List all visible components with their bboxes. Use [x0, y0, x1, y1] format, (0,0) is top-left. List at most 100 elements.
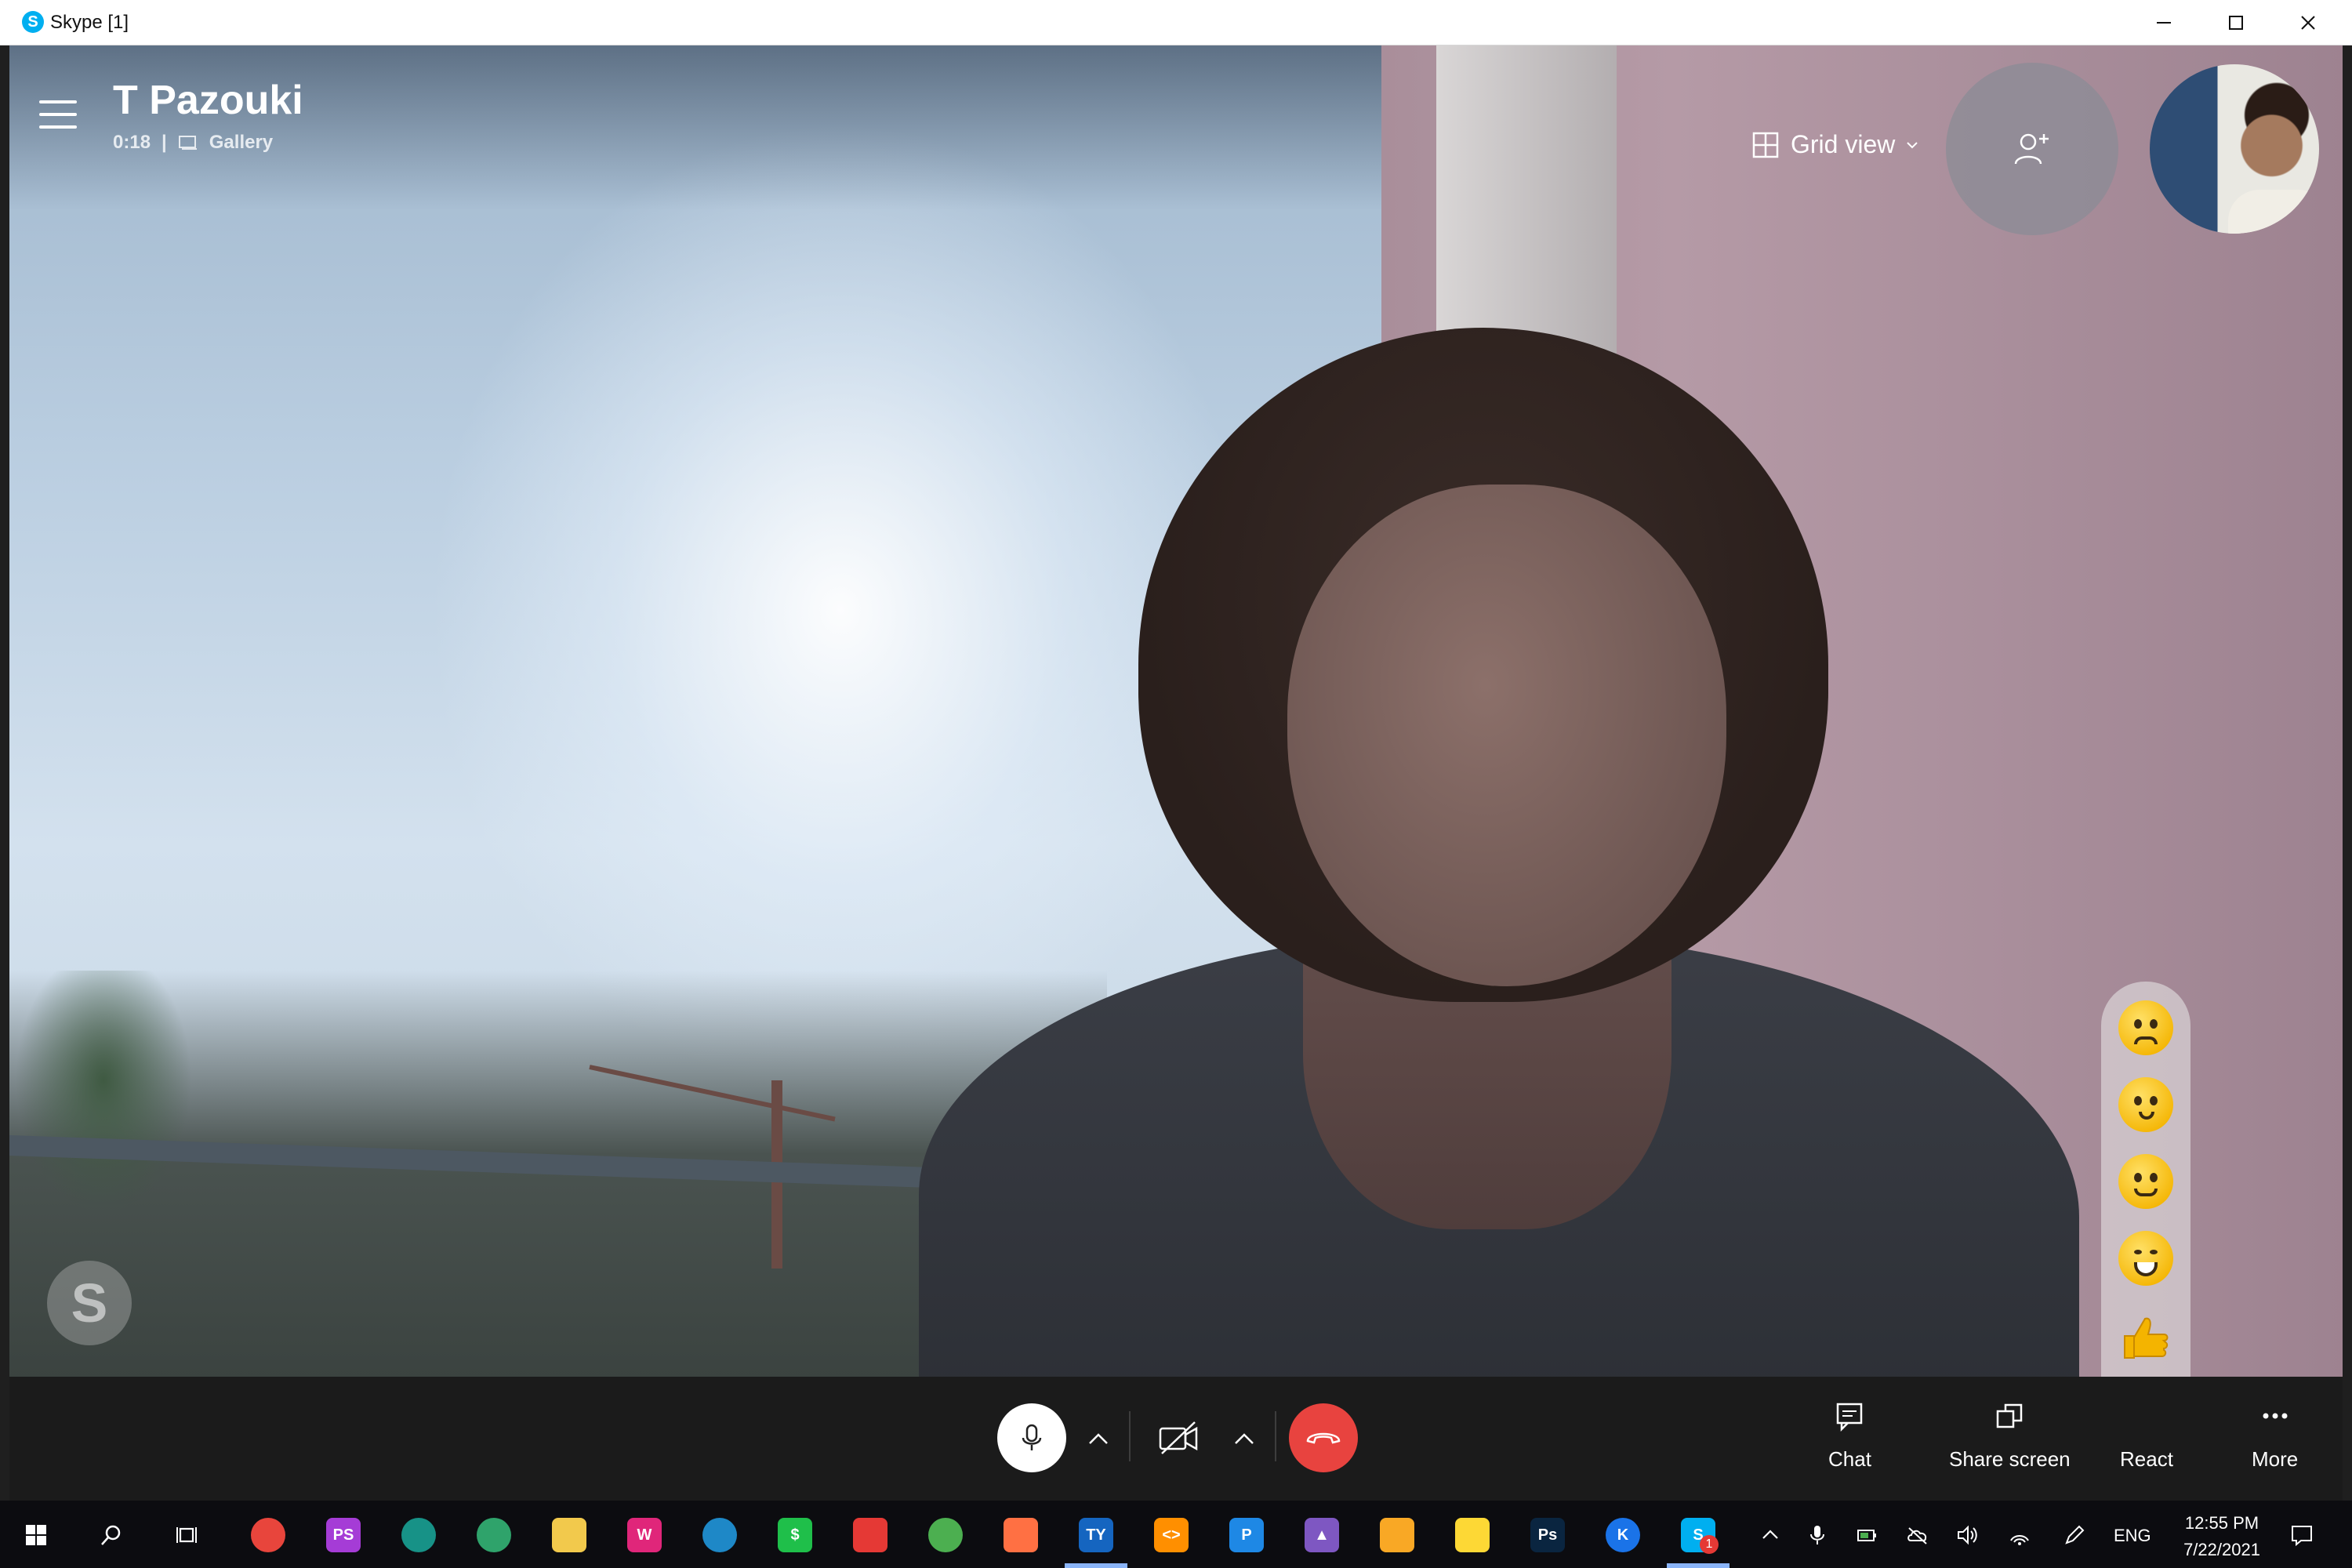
more-button[interactable]: More	[2252, 1400, 2298, 1472]
call-meta: 0:18 | Gallery	[113, 132, 273, 154]
chevron-up-icon	[1089, 1433, 1108, 1444]
volume-icon	[1958, 1525, 1977, 1545]
camera-toggle-button[interactable]	[1152, 1411, 1206, 1465]
taskbar-app-photoshop-icon[interactable]: Ps	[1530, 1518, 1565, 1552]
taskbar-app-typora-icon[interactable]: TY	[1079, 1518, 1113, 1552]
reaction-laugh-icon[interactable]	[2118, 1231, 2173, 1286]
taskbar-app-p-app-icon[interactable]: P	[1229, 1518, 1264, 1552]
video-scene-person-face	[1287, 485, 1726, 986]
hamburger-menu-button[interactable]	[39, 97, 80, 132]
wifi-icon	[2010, 1535, 2029, 1545]
more-label: More	[2252, 1447, 2299, 1471]
close-icon	[2301, 16, 2315, 30]
taskbar-app-colorful-app-icon[interactable]	[1004, 1518, 1038, 1552]
meta-separator: |	[162, 132, 167, 153]
call-duration: 0:18	[113, 132, 151, 153]
control-divider	[1275, 1411, 1276, 1461]
task-view-icon	[176, 1527, 197, 1543]
share-screen-label: Share screen	[1949, 1447, 2071, 1471]
taskbar-app-wps-icon[interactable]: W	[627, 1518, 662, 1552]
react-label: React	[2120, 1447, 2173, 1471]
share-screen-icon	[1997, 1403, 2023, 1428]
self-view-shirt	[2228, 190, 2319, 234]
taskbar-app-sticky-notes-icon[interactable]	[1455, 1518, 1490, 1552]
reaction-sad-icon[interactable]	[2118, 1000, 2173, 1055]
show-hidden-icons-button[interactable]	[1756, 1521, 1784, 1549]
taskbar-app-k-app-icon[interactable]: K	[1606, 1518, 1640, 1552]
maximize-icon	[2229, 16, 2243, 30]
tray-onedrive-button[interactable]	[1904, 1521, 1932, 1549]
microphone-icon	[1810, 1526, 1824, 1544]
taskbar-app-notepad-icon[interactable]	[552, 1518, 586, 1552]
reaction-thinking-icon[interactable]	[2118, 1077, 2173, 1132]
react-button[interactable]: React	[2120, 1400, 2173, 1472]
action-center-button[interactable]	[2288, 1521, 2316, 1549]
battery-icon	[1857, 1530, 1876, 1541]
chevron-up-icon	[1762, 1530, 1778, 1539]
taskbar-app-chatgpt-like-icon[interactable]	[477, 1518, 511, 1552]
more-icon	[2263, 1413, 2288, 1419]
audio-options-button[interactable]	[1082, 1422, 1115, 1455]
taskbar-app-globe-icon[interactable]	[928, 1518, 963, 1552]
taskbar-app-gitkraken-icon[interactable]	[401, 1518, 436, 1552]
share-screen-button[interactable]: Share screen	[1949, 1400, 2071, 1472]
taskbar-app-drive-icon[interactable]: ▲	[1305, 1518, 1339, 1552]
tray-battery-button[interactable]	[1853, 1521, 1882, 1549]
chevron-down-icon	[1907, 141, 1918, 148]
chat-button[interactable]: Chat	[1828, 1400, 1871, 1472]
gallery-icon	[178, 136, 197, 150]
maximize-button[interactable]	[2200, 0, 2272, 45]
clock-time: 12:55 PM	[2184, 1513, 2259, 1533]
tray-network-button[interactable]	[2005, 1521, 2034, 1549]
search-icon	[101, 1525, 121, 1545]
minimize-button[interactable]	[2128, 0, 2200, 45]
microphone-button[interactable]	[997, 1403, 1066, 1472]
taskbar-app-dollar-app-icon[interactable]: $	[778, 1518, 812, 1552]
grid-view-selector[interactable]: Grid view	[1751, 130, 1918, 159]
tray-pen-button[interactable]	[2060, 1521, 2089, 1549]
task-view-button[interactable]	[172, 1521, 201, 1549]
taskbar-app-vs-code-like-icon[interactable]: <>	[1154, 1518, 1189, 1552]
cloud-offline-icon	[1907, 1527, 1927, 1544]
self-view-preview[interactable]	[2150, 64, 2319, 234]
close-button[interactable]	[2272, 0, 2344, 45]
skype-call-screen: S Skype [1] S T Pazouki 0:18 | Gallery G…	[0, 0, 2352, 1568]
window-title: Skype [1]	[50, 12, 129, 33]
taskbar-app-file-explorer-icon[interactable]	[1380, 1518, 1414, 1552]
layout-mode: Gallery	[209, 132, 274, 153]
chevron-up-icon	[1235, 1433, 1254, 1444]
pen-icon	[2065, 1525, 2085, 1544]
skype-notification-badge: 1	[1700, 1535, 1719, 1554]
grid-view-label: Grid view	[1791, 130, 1896, 158]
clock-date: 7/22/2021	[2183, 1540, 2260, 1559]
video-scene-ceiling	[9, 45, 1389, 210]
minimize-icon	[2157, 22, 2171, 24]
taskbar-clock[interactable]: 12:55 PM 7/22/2021	[2175, 1510, 2269, 1563]
taskbar-search-button[interactable]	[97, 1521, 125, 1549]
taskbar-app-anydesk-icon[interactable]	[853, 1518, 887, 1552]
taskbar-app-edge-icon[interactable]	[702, 1518, 737, 1552]
grid-icon	[1752, 132, 1779, 158]
skype-logo-icon: S	[22, 11, 44, 33]
video-options-button[interactable]	[1228, 1422, 1261, 1455]
skype-watermark-icon: S	[47, 1261, 132, 1345]
add-person-icon	[2014, 133, 2049, 165]
reaction-thumbs-up-icon[interactable]	[2118, 1311, 2173, 1366]
taskbar-app-phpstorm-icon[interactable]: PS	[326, 1518, 361, 1552]
tray-microphone-button[interactable]	[1803, 1521, 1831, 1549]
end-call-button[interactable]	[1289, 1403, 1358, 1472]
tray-volume-button[interactable]	[1954, 1521, 1982, 1549]
remote-video-feed: S	[9, 45, 2343, 1377]
reaction-smile-icon[interactable]	[2118, 1154, 2173, 1209]
window-titlebar: S Skype [1]	[0, 0, 2352, 45]
microphone-icon	[1022, 1424, 1042, 1450]
caller-name: T Pazouki	[113, 78, 303, 123]
notification-icon	[2292, 1526, 2312, 1547]
taskbar-app-chrome-icon[interactable]	[251, 1518, 285, 1552]
control-divider	[1129, 1411, 1131, 1461]
hang-up-icon	[1306, 1432, 1341, 1444]
add-participant-button[interactable]	[1946, 63, 2118, 235]
start-button[interactable]	[22, 1521, 50, 1549]
input-language-indicator[interactable]: ENG	[2114, 1526, 2151, 1546]
taskbar-active-indicator	[1065, 1563, 1127, 1568]
